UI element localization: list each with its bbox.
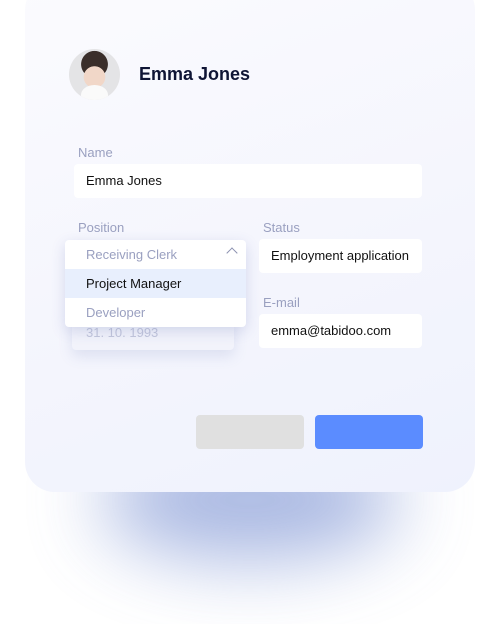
status-label: Status: [263, 220, 300, 235]
cancel-button[interactable]: [196, 415, 304, 449]
avatar: [69, 49, 120, 100]
email-label: E-mail: [263, 295, 300, 310]
dropdown-selected[interactable]: Receiving Clerk: [65, 240, 246, 269]
chevron-up-icon[interactable]: [226, 247, 238, 259]
dropdown-option-project-manager[interactable]: Project Manager: [65, 269, 246, 298]
position-dropdown[interactable]: Receiving Clerk Project Manager Develope…: [65, 240, 246, 327]
name-field[interactable]: Emma Jones: [74, 164, 422, 198]
name-label: Name: [78, 145, 113, 160]
dropdown-option-developer[interactable]: Developer: [65, 298, 246, 327]
profile-name: Emma Jones: [139, 64, 251, 84]
status-field[interactable]: Employment application: [259, 239, 422, 273]
position-label: Position: [78, 220, 125, 235]
save-button[interactable]: [315, 415, 423, 449]
email-field[interactable]: emma@tabidoo.com: [259, 314, 422, 348]
